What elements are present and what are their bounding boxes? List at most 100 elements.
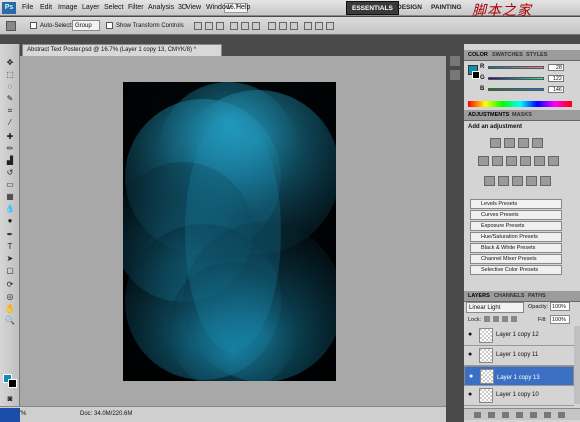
move-tool-icon[interactable] — [6, 21, 16, 31]
layer-row[interactable]: ● Layer 1 copy 10 — [464, 386, 574, 406]
distribute-top-icon[interactable] — [268, 22, 276, 30]
tab-channels[interactable]: CHANNELS — [494, 293, 525, 299]
align-bottom-icon[interactable] — [216, 22, 224, 30]
info-panel-icon[interactable] — [450, 70, 460, 80]
menu-view[interactable]: View — [186, 4, 201, 11]
menu-help[interactable]: Help — [236, 4, 250, 11]
path-select-tool-icon[interactable]: ➤ — [3, 254, 17, 264]
auto-select-dropdown[interactable]: Group — [72, 20, 100, 31]
preset-exposure[interactable]: Exposure Presets — [470, 221, 562, 231]
align-top-icon[interactable] — [194, 22, 202, 30]
slider-g[interactable] — [488, 77, 544, 80]
slider-r[interactable] — [488, 66, 544, 69]
auto-select-checkbox[interactable] — [30, 22, 37, 29]
preset-channel-mixer[interactable]: Channel Mixer Presets — [470, 254, 562, 264]
background-color-swatch[interactable] — [8, 379, 17, 388]
layers-scrollbar[interactable] — [574, 326, 580, 404]
gradient-map-icon[interactable] — [526, 176, 537, 186]
show-transform-checkbox[interactable] — [106, 22, 113, 29]
hue-saturation-icon[interactable] — [492, 156, 503, 166]
menu-file[interactable]: File — [22, 4, 33, 11]
align-hcenter-icon[interactable] — [241, 22, 249, 30]
shape-tool-icon[interactable]: ▢ — [3, 266, 17, 276]
poster-artwork[interactable] — [123, 82, 336, 381]
history-panel-icon[interactable] — [450, 56, 460, 66]
tab-color[interactable]: COLOR — [468, 52, 488, 58]
menu-select[interactable]: Select — [104, 4, 123, 11]
lasso-tool-icon[interactable]: ◌ — [3, 82, 17, 92]
vibrance-icon[interactable] — [478, 156, 489, 166]
threshold-icon[interactable] — [512, 176, 523, 186]
crop-tool-icon[interactable]: ⌗ — [3, 106, 17, 116]
history-brush-tool-icon[interactable]: ↺ — [3, 168, 17, 178]
channel-mixer-icon[interactable] — [548, 156, 559, 166]
opacity-input[interactable]: 100% — [550, 302, 570, 311]
black-white-icon[interactable] — [520, 156, 531, 166]
quick-mask-icon[interactable]: ◙ — [3, 394, 17, 404]
preset-black-white[interactable]: Black & White Presets — [470, 243, 562, 253]
adjustment-layer-icon[interactable] — [516, 412, 523, 418]
invert-icon[interactable] — [484, 176, 495, 186]
type-tool-icon[interactable]: T — [3, 242, 17, 252]
zoom-tool-icon[interactable]: 🔍 — [3, 316, 17, 326]
hand-tool-icon[interactable]: ✋ — [3, 304, 17, 314]
distribute-left-icon[interactable] — [304, 22, 312, 30]
delete-layer-icon[interactable] — [558, 412, 565, 418]
eraser-tool-icon[interactable]: ▭ — [3, 180, 17, 190]
visibility-eye-icon[interactable]: ● — [468, 391, 472, 398]
workspace-design-button[interactable]: DESIGN — [392, 1, 427, 15]
exposure-icon[interactable] — [532, 138, 543, 148]
color-spectrum-bar[interactable] — [468, 101, 572, 107]
distribute-bottom-icon[interactable] — [290, 22, 298, 30]
new-layer-icon[interactable] — [544, 412, 551, 418]
workspace-painting-button[interactable]: PAINTING — [426, 1, 467, 15]
tab-paths[interactable]: PATHS — [528, 293, 546, 299]
workspace-essentials-button[interactable]: ESSENTIALS — [346, 1, 399, 15]
brightness-contrast-icon[interactable] — [490, 138, 501, 148]
photo-filter-icon[interactable] — [534, 156, 545, 166]
distribute-vcenter-icon[interactable] — [279, 22, 287, 30]
slider-b-value[interactable]: 146 — [548, 86, 564, 93]
lock-pixels-icon[interactable] — [493, 316, 499, 322]
layer-row[interactable]: ● Layer 1 copy 12 — [464, 326, 574, 346]
menu-window[interactable]: Window — [206, 4, 231, 11]
move-tool-icon[interactable]: ✥ — [3, 58, 17, 68]
brush-tool-icon[interactable]: ✏ — [3, 144, 17, 154]
menu-edit[interactable]: Edit — [40, 4, 52, 11]
tab-swatches[interactable]: SWATCHES — [492, 52, 523, 58]
clone-stamp-tool-icon[interactable]: ▟ — [3, 156, 17, 166]
align-right-icon[interactable] — [252, 22, 260, 30]
lock-transparency-icon[interactable] — [484, 316, 490, 322]
levels-icon[interactable] — [504, 138, 515, 148]
curves-icon[interactable] — [518, 138, 529, 148]
menu-image[interactable]: Image — [58, 4, 77, 11]
align-vcenter-icon[interactable] — [205, 22, 213, 30]
layer-style-icon[interactable] — [488, 412, 495, 418]
visibility-eye-icon[interactable]: ● — [468, 351, 472, 358]
slider-g-value[interactable]: 122 — [548, 75, 564, 82]
selective-color-icon[interactable] — [540, 176, 551, 186]
3d-rotate-tool-icon[interactable]: ⟳ — [3, 280, 17, 290]
layer-mask-icon[interactable] — [502, 412, 509, 418]
blend-mode-dropdown[interactable]: Linear Light — [466, 302, 524, 313]
preset-levels[interactable]: Levels Presets — [470, 199, 562, 209]
preset-selective-color[interactable]: Selective Color Presets — [470, 265, 562, 275]
preset-hue-saturation[interactable]: Hue/Saturation Presets — [470, 232, 562, 242]
distribute-hcenter-icon[interactable] — [315, 22, 323, 30]
posterize-icon[interactable] — [498, 176, 509, 186]
pen-tool-icon[interactable]: ✒ — [3, 230, 17, 240]
healing-tool-icon[interactable]: ✚ — [3, 132, 17, 142]
dodge-tool-icon[interactable]: ● — [3, 216, 17, 226]
new-group-icon[interactable] — [530, 412, 537, 418]
gradient-tool-icon[interactable]: ▦ — [3, 192, 17, 202]
menu-layer[interactable]: Layer — [82, 4, 100, 11]
tab-adjustments[interactable]: ADJUSTMENTS — [468, 112, 509, 118]
preset-curves[interactable]: Curves Presets — [470, 210, 562, 220]
color-panel-bg-swatch[interactable] — [472, 71, 480, 79]
menu-analysis[interactable]: Analysis — [148, 4, 174, 11]
eyedropper-tool-icon[interactable]: ⁄ — [3, 118, 17, 128]
layer-row[interactable]: ● Layer 1 copy 11 — [464, 346, 574, 366]
menu-filter[interactable]: Filter — [128, 4, 144, 11]
marquee-tool-icon[interactable]: ⬚ — [3, 70, 17, 80]
slider-r-value[interactable]: 28 — [548, 64, 564, 71]
